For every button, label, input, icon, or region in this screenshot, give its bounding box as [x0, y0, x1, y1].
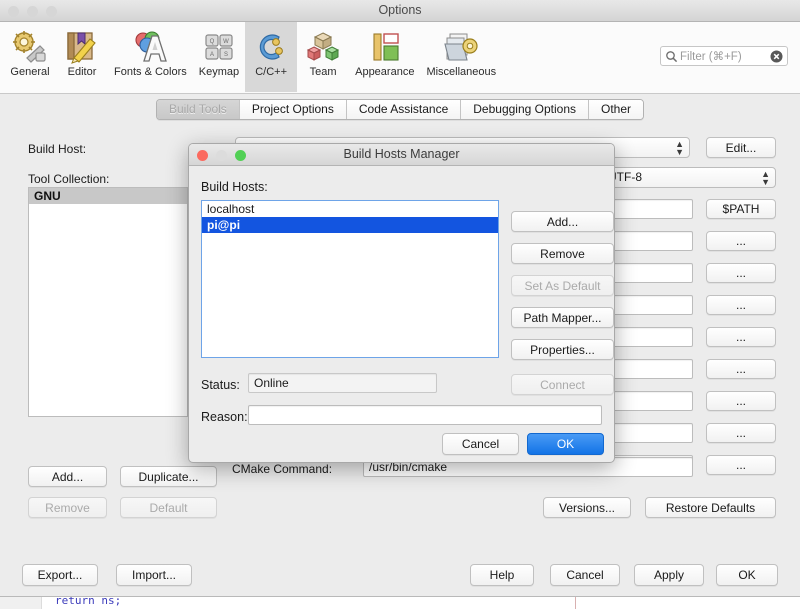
tool-collection-list[interactable]: GNU	[28, 187, 188, 417]
reason-value-field[interactable]	[248, 405, 602, 425]
build-hosts-label: Build Hosts:	[201, 180, 268, 194]
reason-label: Reason:	[201, 410, 248, 424]
encoding-combo[interactable]: UTF-8 ▲ ▼	[600, 167, 776, 188]
browse-button-3[interactable]: ...	[706, 295, 776, 315]
dialog-path-mapper-button[interactable]: Path Mapper...	[511, 307, 614, 328]
svg-text:S: S	[224, 52, 228, 58]
browse-button-8[interactable]: ...	[706, 455, 776, 475]
tab-build-tools[interactable]: Build Tools	[156, 99, 240, 119]
toolbar-item-team[interactable]: Team	[297, 26, 349, 88]
list-item-localhost[interactable]: localhost	[202, 201, 498, 217]
edit-build-host-button[interactable]: Edit...	[706, 137, 776, 158]
dialog-connect-button[interactable]: Connect	[511, 374, 614, 395]
toolbar-item-fonts-colors-label: Fonts & Colors	[114, 66, 187, 78]
editor-margin-line	[575, 597, 576, 609]
browse-button-4[interactable]: ...	[706, 327, 776, 347]
export-button[interactable]: Export...	[22, 564, 98, 586]
editor-code-line: return ns;	[55, 596, 122, 607]
background-editor-strip: return ns;	[0, 596, 800, 609]
toolbar-item-appearance[interactable]: Appearance	[349, 26, 420, 88]
cancel-button[interactable]: Cancel	[550, 564, 620, 586]
filter-input[interactable]: Filter (⌘+F)	[680, 49, 768, 63]
toolbar-item-appearance-label: Appearance	[355, 66, 415, 78]
clear-circle-icon[interactable]	[770, 50, 783, 63]
editor-gutter	[0, 597, 42, 609]
general-gear-wrench-icon	[13, 31, 46, 63]
dialog-title: Build Hosts Manager	[343, 147, 460, 161]
toolbar-item-editor-label: Editor	[67, 66, 97, 78]
tab-group: Build Tools Project Options Code Assista…	[155, 98, 645, 120]
dialog-properties-button[interactable]: Properties...	[511, 339, 614, 360]
toolbar-item-team-label: Team	[309, 66, 337, 78]
browse-button-5[interactable]: ...	[706, 359, 776, 379]
toolbar-item-general[interactable]: General	[4, 26, 56, 88]
svg-text:Q: Q	[210, 39, 215, 45]
team-cubes-icon	[306, 32, 340, 61]
svg-text:A: A	[210, 52, 214, 58]
ok-button[interactable]: OK	[716, 564, 778, 586]
browse-button-6[interactable]: ...	[706, 391, 776, 411]
dialog-set-as-default-button[interactable]: Set As Default	[511, 275, 614, 296]
window-title: Options	[378, 3, 422, 17]
remove-collection-button[interactable]: Remove	[28, 497, 107, 518]
list-item[interactable]: GNU	[29, 188, 187, 204]
build-hosts-manager-dialog: Build Hosts Manager Build Hosts: localho…	[188, 143, 615, 463]
cmake-command-label: CMake Command:	[232, 462, 333, 476]
editor-notebook-pencil-icon	[67, 32, 96, 64]
chevron-updown-icon: ▲ ▼	[675, 138, 684, 157]
default-collection-button[interactable]: Default	[120, 497, 217, 518]
keymap-keys-icon: Q W A S	[205, 34, 233, 60]
toolbar-item-keymap-label: Keymap	[198, 66, 240, 78]
fonts-colors-icon	[135, 31, 168, 62]
tabstrip: Build Tools Project Options Code Assista…	[0, 94, 800, 124]
apply-button[interactable]: Apply	[634, 564, 704, 586]
help-button[interactable]: Help	[470, 564, 534, 586]
tab-other[interactable]: Other	[589, 99, 644, 119]
import-button[interactable]: Import...	[116, 564, 192, 586]
browse-button-2[interactable]: ...	[706, 263, 776, 283]
toolbar-item-cpp-label: C/C++	[255, 66, 287, 78]
toolbar-item-keymap[interactable]: Q W A S Keymap	[193, 26, 245, 88]
list-item-pi-at-pi[interactable]: pi@pi	[202, 217, 498, 233]
build-hosts-list[interactable]: localhost pi@pi	[201, 200, 499, 358]
add-collection-button[interactable]: Add...	[28, 466, 107, 487]
dialog-body: Build Hosts: localhost pi@pi Add... Remo…	[189, 166, 614, 462]
toolbar-item-editor[interactable]: Editor	[56, 26, 108, 88]
toolbar-item-miscellaneous-label: Miscellaneous	[426, 66, 497, 78]
svg-text:W: W	[223, 39, 229, 45]
toolbar-item-cpp[interactable]: C/C++	[245, 22, 298, 92]
status-value-field: Online	[248, 373, 437, 393]
window-titlebar: Options	[0, 0, 800, 22]
build-host-label: Build Host:	[28, 142, 87, 156]
options-toolbar: General Editor Fonts & Colors Q W A S Ke…	[0, 22, 800, 94]
dialog-titlebar: Build Hosts Manager	[189, 144, 614, 166]
browse-button-1[interactable]: ...	[706, 231, 776, 251]
toolbar-item-general-label: General	[10, 66, 50, 78]
search-icon	[666, 50, 678, 62]
dialog-add-button[interactable]: Add...	[511, 211, 614, 232]
cpp-icon	[259, 34, 284, 60]
path-button[interactable]: $PATH	[706, 199, 776, 219]
chevron-updown-icon-2: ▲ ▼	[761, 168, 770, 187]
filter-search-box[interactable]: Filter (⌘+F)	[660, 46, 788, 66]
restore-defaults-button[interactable]: Restore Defaults	[645, 497, 776, 518]
tab-project-options[interactable]: Project Options	[239, 99, 347, 119]
browse-button-7[interactable]: ...	[706, 423, 776, 443]
versions-button[interactable]: Versions...	[543, 497, 631, 518]
tab-code-assistance[interactable]: Code Assistance	[346, 99, 462, 119]
miscellaneous-folder-gear-icon	[444, 33, 478, 61]
tool-collection-label: Tool Collection:	[28, 172, 110, 186]
appearance-panels-icon	[373, 33, 399, 61]
tab-debugging-options[interactable]: Debugging Options	[461, 99, 589, 119]
toolbar-item-miscellaneous[interactable]: Miscellaneous	[420, 26, 502, 88]
status-label: Status:	[201, 378, 240, 392]
dialog-ok-button[interactable]: OK	[527, 433, 604, 455]
dialog-remove-button[interactable]: Remove	[511, 243, 614, 264]
toolbar-item-fonts-colors[interactable]: Fonts & Colors	[108, 26, 193, 88]
duplicate-collection-button[interactable]: Duplicate...	[120, 466, 217, 487]
dialog-cancel-button[interactable]: Cancel	[442, 433, 519, 455]
